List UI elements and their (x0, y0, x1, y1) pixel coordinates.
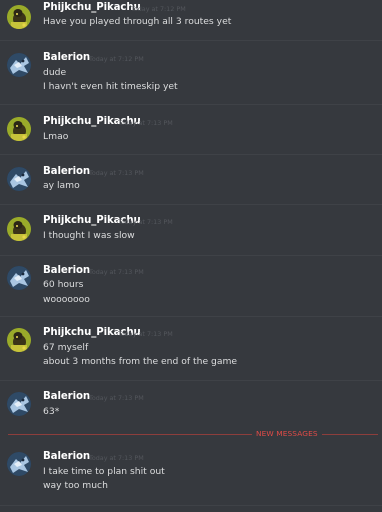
message-group: Phijkchu_Pikachu Today at 7:13 PM Lmao (0, 110, 382, 156)
message-group: Phijkchu_Pikachu Today at 7:12 PM Have y… (0, 0, 382, 52)
user-avatar[interactable] (7, 5, 31, 29)
message-text: I take time to plan shit out (43, 466, 165, 477)
user-avatar[interactable] (7, 452, 31, 476)
message-separator (0, 204, 382, 205)
message-text: dude (43, 67, 67, 78)
timestamp: Today at 7:13 PM (89, 394, 144, 402)
message-separator (0, 316, 382, 317)
message-group: Phijkchu_Pikachu Today at 7:13 PM 67 mys… (0, 322, 382, 382)
message-text: 63* (43, 406, 60, 417)
message-text: Have you played through all 3 routes yet (43, 16, 232, 27)
user-avatar[interactable] (7, 328, 31, 352)
user-avatar[interactable] (7, 167, 31, 191)
username[interactable]: Balerion (43, 391, 90, 402)
new-messages-divider (8, 434, 378, 435)
message-text: way too much (43, 480, 108, 491)
timestamp: Today at 7:13 PM (118, 330, 173, 338)
message-separator (0, 154, 382, 155)
message-group: Balerion Today at 7:13 PM ay lamo (0, 160, 382, 206)
message-text: I havn't even hit timeskip yet (43, 81, 178, 92)
username[interactable]: Balerion (43, 265, 90, 276)
timestamp: Today at 7:12 PM (89, 55, 144, 63)
timestamp: Today at 7:13 PM (118, 218, 173, 226)
chat-message-list[interactable]: Phijkchu_Pikachu Today at 7:12 PM Have y… (0, 0, 382, 512)
message-separator (0, 40, 382, 41)
message-text: Lmao (43, 131, 69, 142)
username[interactable]: Phijkchu_Pikachu (43, 2, 141, 13)
message-text: 67 myself (43, 342, 89, 353)
message-text: wooooooo (43, 294, 90, 305)
user-avatar[interactable] (7, 217, 31, 241)
message-separator (0, 380, 382, 381)
user-avatar[interactable] (7, 117, 31, 141)
user-avatar[interactable] (7, 392, 31, 416)
user-avatar[interactable] (7, 53, 31, 77)
message-group: Balerion Today at 7:12 PM dude I havn't … (0, 46, 382, 106)
message-text: ay lamo (43, 180, 80, 191)
message-group: Phijkchu_Pikachu Today at 7:13 PM I thou… (0, 210, 382, 258)
timestamp: Today at 7:12 PM (131, 5, 186, 13)
username[interactable]: Balerion (43, 451, 90, 462)
username[interactable]: Balerion (43, 52, 90, 63)
message-text: about 3 months from the end of the game (43, 356, 238, 367)
message-text: 60 hours (43, 279, 84, 290)
timestamp: Today at 7:13 PM (89, 268, 144, 276)
user-avatar[interactable] (7, 266, 31, 290)
message-group: Balerion Today at 7:13 PM 60 hours woooo… (0, 260, 382, 318)
message-group: Balerion Today at 7:13 PM I take time to… (0, 444, 382, 504)
message-separator (0, 104, 382, 105)
timestamp: Today at 7:13 PM (89, 454, 144, 462)
message-text: I thought I was slow (43, 230, 135, 241)
new-messages-label: NEW MESSAGES (252, 429, 322, 438)
timestamp: Today at 7:13 PM (89, 169, 144, 177)
message-separator (0, 255, 382, 256)
message-group: Balerion Today at 7:13 PM 63* (0, 386, 382, 426)
timestamp: Today at 7:13 PM (118, 119, 173, 127)
message-separator (0, 505, 382, 506)
username[interactable]: Balerion (43, 166, 90, 177)
